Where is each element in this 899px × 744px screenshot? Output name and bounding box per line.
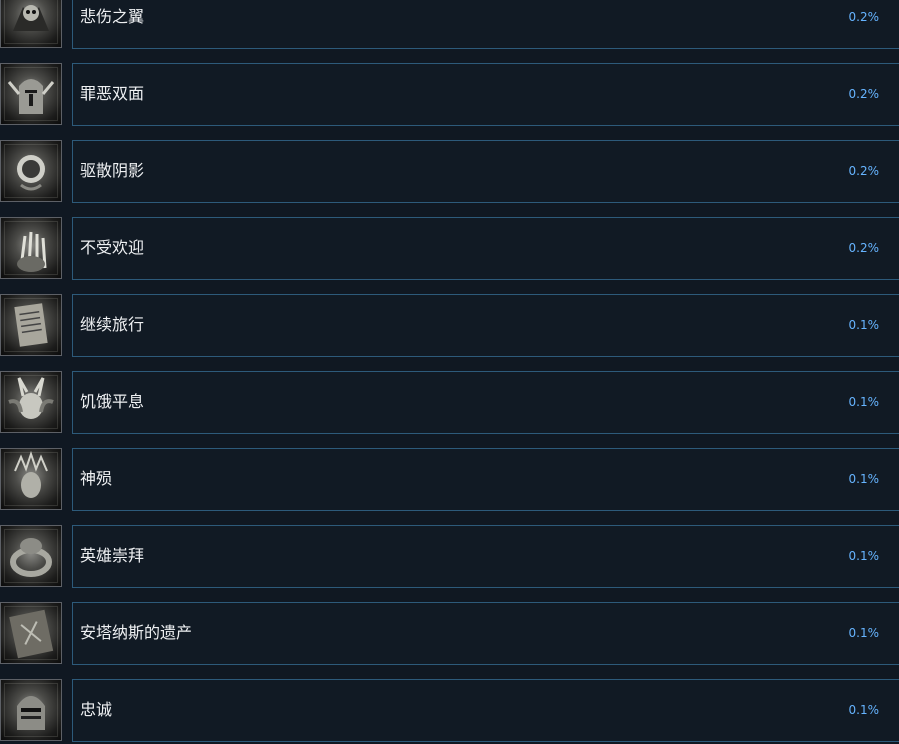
achievement-panel: 英雄崇拜 0.1% — [72, 525, 899, 588]
unlock-percent: 0.1% — [848, 472, 880, 486]
achievement-row[interactable]: 神殒 0.1% — [0, 448, 899, 511]
achievement-name: 神殒 — [80, 469, 113, 488]
achievement-name: 驱散阴影 — [80, 161, 145, 180]
achievement-list: 悲伤之翼 0.2% 罪恶双面 0.2% 驱散阴影 0.2% 不受欢迎 0.2% 继续旅行 0.1%… — [0, 0, 899, 744]
achievement-panel: 饥饿平息 0.1% — [72, 371, 899, 434]
achievement-name: 继续旅行 — [80, 315, 145, 334]
achievement-name: 悲伤之翼 — [80, 7, 145, 26]
achievement-row[interactable]: 继续旅行 0.1% — [0, 294, 899, 357]
winged-skull-icon — [0, 0, 62, 48]
tome-icon — [0, 602, 62, 664]
achievement-row[interactable]: 不受欢迎 0.2% — [0, 217, 899, 280]
achievement-panel: 继续旅行 0.1% — [72, 294, 899, 357]
unlock-percent: 0.1% — [848, 626, 880, 640]
knight-helmet-icon — [0, 63, 62, 125]
horned-demon-icon — [0, 371, 62, 433]
unlock-percent: 0.1% — [848, 318, 880, 332]
achievement-row[interactable]: 英雄崇拜 0.1% — [0, 525, 899, 588]
achievement-row[interactable]: 悲伤之翼 0.2% — [0, 0, 899, 49]
unlock-percent: 0.1% — [848, 395, 880, 409]
achievement-row[interactable]: 忠诚 0.1% — [0, 679, 899, 742]
achievement-panel: 忠诚 0.1% — [72, 679, 899, 742]
achievement-panel: 神殒 0.1% — [72, 448, 899, 511]
unlock-percent: 0.2% — [848, 241, 880, 255]
achievement-name: 饥饿平息 — [80, 392, 145, 411]
achievement-row[interactable]: 安塔纳斯的遗产 0.1% — [0, 602, 899, 665]
unlock-percent: 0.1% — [848, 549, 880, 563]
unlock-percent: 0.1% — [848, 703, 880, 717]
ring-icon — [0, 525, 62, 587]
achievement-name: 英雄崇拜 — [80, 546, 145, 565]
unlock-percent: 0.2% — [848, 164, 880, 178]
scroll-icon — [0, 294, 62, 356]
achievement-panel: 罪恶双面 0.2% — [72, 63, 899, 126]
visored-helmet-icon — [0, 679, 62, 741]
clawed-hand-icon — [0, 217, 62, 279]
achievement-panel: 不受欢迎 0.2% — [72, 217, 899, 280]
achievement-name: 罪恶双面 — [80, 84, 145, 103]
achievement-row[interactable]: 罪恶双面 0.2% — [0, 63, 899, 126]
achievement-row[interactable]: 驱散阴影 0.2% — [0, 140, 899, 203]
dark-orb-icon — [0, 140, 62, 202]
unlock-percent: 0.2% — [848, 87, 880, 101]
unlock-percent: 0.2% — [848, 10, 880, 24]
achievement-panel: 驱散阴影 0.2% — [72, 140, 899, 203]
achievement-name: 忠诚 — [80, 700, 113, 719]
achievement-name: 安塔纳斯的遗产 — [80, 623, 193, 642]
achievement-panel: 悲伤之翼 0.2% — [72, 0, 899, 49]
achievement-row[interactable]: 饥饿平息 0.1% — [0, 371, 899, 434]
achievement-name: 不受欢迎 — [80, 238, 145, 257]
crowned-head-icon — [0, 448, 62, 510]
achievement-panel: 安塔纳斯的遗产 0.1% — [72, 602, 899, 665]
